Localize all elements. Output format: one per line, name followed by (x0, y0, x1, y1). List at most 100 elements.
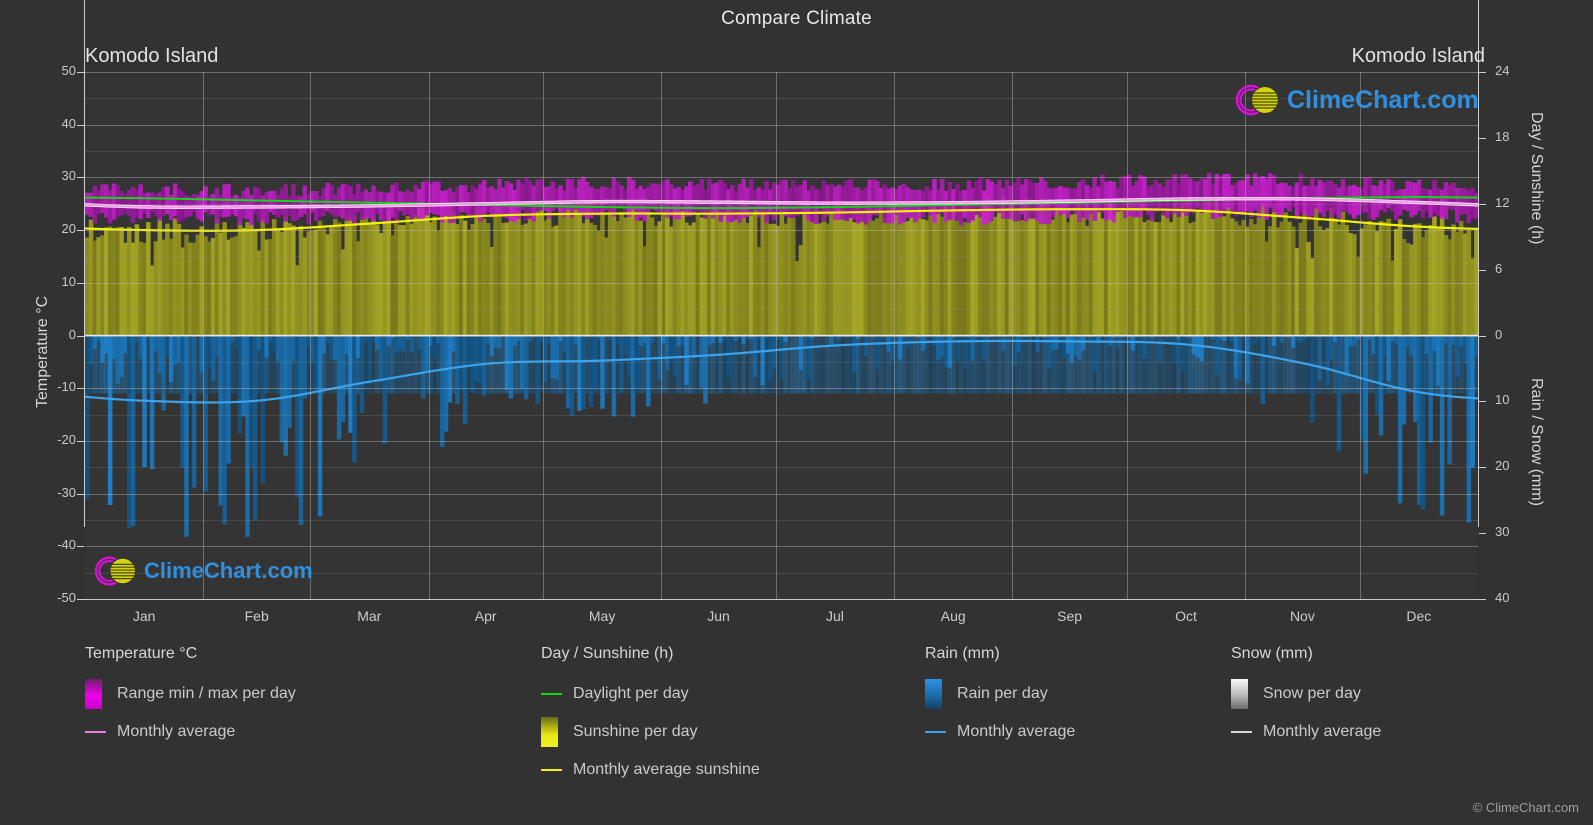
axis-title-rain-snow: Rain / Snow (mm) (1528, 378, 1545, 507)
logo-text: ClimeChart.com (144, 558, 313, 583)
legend-group: Rain (mm) Rain per day Monthly average (925, 645, 1075, 751)
climate-plot[interactable] (85, 72, 1478, 600)
x-tick-month: Dec (1406, 608, 1432, 624)
y-tick-temperature: 10 (61, 273, 76, 289)
legend-swatch (1231, 679, 1248, 709)
legend-item[interactable]: Monthly average sunshine (541, 751, 760, 789)
y-tick-day-sunshine: 12 (1495, 194, 1510, 210)
plot-canvas (85, 173, 1478, 537)
axis-title-day-sunshine: Day / Sunshine (h) (1528, 112, 1545, 245)
tick-mark (77, 493, 84, 495)
legend-item[interactable]: Monthly average (1231, 713, 1381, 751)
location-title-right: Komodo Island (1351, 45, 1485, 67)
x-axis-line (84, 599, 1479, 600)
legend-item-label: Monthly average (957, 723, 1076, 740)
tick-mark (77, 124, 84, 126)
legend-item-label: Rain per day (957, 685, 1048, 702)
rain-fill-layer (85, 335, 1478, 537)
tick-mark (77, 388, 84, 390)
legend-group-title: Day / Sunshine (h) (541, 645, 674, 662)
x-tick-month: Jul (825, 608, 844, 624)
tick-mark (77, 335, 84, 337)
legend-group-title: Temperature °C (85, 645, 198, 662)
tick-mark (1479, 599, 1486, 600)
tick-mark (77, 230, 84, 232)
y-tick-temperature: -40 (57, 537, 76, 553)
tick-mark (1479, 72, 1486, 73)
legend-swatch-line-green (541, 693, 562, 695)
legend-item[interactable]: Monthly average (85, 713, 296, 751)
climechart-logo-watermark: ClimeChart.com (92, 552, 313, 590)
y-tick-temperature: 30 (61, 168, 76, 184)
legend-item[interactable]: Sunshine per day (541, 713, 760, 751)
legend-swatch-line-magenta (85, 731, 106, 733)
legend-group-title: Snow (mm) (1231, 645, 1313, 662)
y-tick-temperature: 0 (68, 326, 76, 342)
page-title: Compare Climate (721, 8, 872, 29)
logo-mark-icon (1235, 84, 1280, 116)
x-tick-month: Nov (1289, 608, 1315, 624)
axis-title-temperature: Temperature °C (34, 295, 51, 408)
legend-item-label: Snow per day (1263, 685, 1361, 702)
y-tick-temperature: -50 (57, 590, 76, 605)
x-tick-month: Jan (132, 608, 156, 624)
x-tick-month: Aug (940, 608, 966, 624)
tick-mark (1479, 533, 1486, 535)
tick-mark (1479, 137, 1486, 139)
legend-swatch (541, 717, 558, 747)
y-tick-day-sunshine: 18 (1495, 128, 1510, 144)
y-tick-rain-snow: 10 (1495, 392, 1510, 408)
climechart-logo-top: ClimeChart.com (1233, 80, 1479, 120)
legend-item-label: Range min / max per day (117, 685, 296, 702)
legend-item-label: Monthly average (1263, 723, 1382, 740)
y-tick-rain-snow: 20 (1495, 458, 1510, 474)
tick-mark (1479, 269, 1486, 271)
legend-item[interactable]: Daylight per day (541, 675, 760, 713)
legend-swatch (925, 731, 946, 733)
legend-swatch (85, 731, 106, 733)
y-tick-day-sunshine: 6 (1495, 260, 1503, 276)
x-tick-month: May (588, 608, 616, 624)
legend-item-label: Daylight per day (573, 685, 689, 702)
y-tick-temperature: 50 (61, 63, 76, 78)
y-tick-temperature: 20 (61, 221, 76, 237)
x-tick-month: Oct (1175, 608, 1197, 624)
legend-item[interactable]: Monthly average (925, 713, 1075, 751)
y-tick-temperature: -30 (57, 484, 76, 500)
tick-mark (1479, 467, 1486, 469)
y-tick-rain-snow: 40 (1495, 590, 1510, 605)
legend-item[interactable]: Rain per day (925, 675, 1075, 713)
legend-swatch (1231, 731, 1252, 733)
tick-mark (77, 546, 84, 548)
legend-item-label: Sunshine per day (573, 723, 698, 740)
legend-swatch (541, 693, 562, 695)
legend-item-label: Monthly average sunshine (573, 761, 760, 778)
legend-group-title: Rain (mm) (925, 645, 1000, 662)
legend-item[interactable]: Range min / max per day (85, 675, 296, 713)
y-tick-temperature: 40 (61, 115, 76, 131)
y-tick-day-sunshine: 24 (1495, 63, 1510, 78)
x-tick-month: Feb (244, 608, 269, 624)
legend: Temperature °C Range min / max per day Mon… (0, 645, 1593, 825)
tick-mark (77, 440, 84, 442)
legend-swatch (925, 679, 942, 709)
legend-swatch-gradient-magenta (85, 679, 106, 709)
tick-mark (1479, 335, 1486, 337)
legend-item[interactable]: Snow per day (1231, 675, 1381, 713)
tick-mark (77, 599, 84, 600)
legend-swatch-line-white (1231, 731, 1252, 733)
tick-mark (1479, 401, 1486, 403)
legend-swatch-gradient-white (1231, 679, 1252, 709)
tick-mark (77, 177, 84, 179)
tick-mark (77, 72, 84, 73)
y-tick-rain-snow: 30 (1495, 524, 1510, 540)
legend-group: Temperature °C Range min / max per day Mon… (85, 645, 296, 751)
logo-mark-icon (94, 556, 137, 586)
legend-swatch (85, 679, 102, 709)
tick-mark (1479, 203, 1486, 205)
y-tick-temperature: -10 (57, 379, 76, 395)
x-tick-month: Apr (474, 608, 497, 624)
legend-swatch-line-blue (925, 731, 946, 733)
legend-group: Snow (mm) Snow per day Monthly average (1231, 645, 1381, 751)
legend-swatch-gradient-blue (925, 679, 946, 709)
